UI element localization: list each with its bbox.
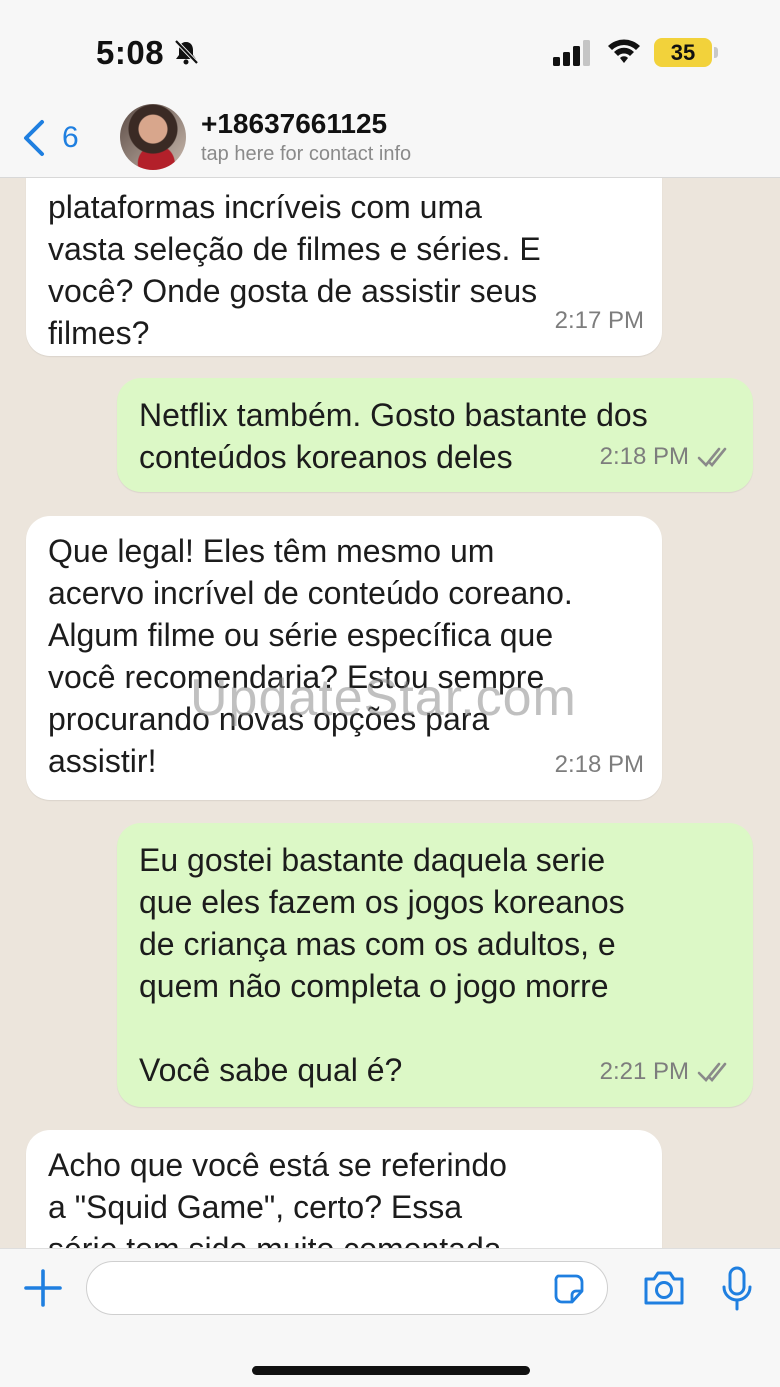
- contact-info-hint[interactable]: tap here for contact info: [201, 143, 411, 166]
- message-bubble-incoming[interactable]: Que legal! Eles têm mesmo um acervo incr…: [26, 516, 662, 800]
- contact-name[interactable]: +18637661125: [201, 108, 387, 140]
- wifi-icon: [608, 39, 640, 63]
- message-time: 2:17 PM: [554, 307, 644, 334]
- message-meta: 2:17 PM: [555, 300, 644, 342]
- message-text: Que legal! Eles têm mesmo um acervo incr…: [48, 533, 573, 779]
- status-time: 5:08: [96, 34, 165, 71]
- message-time: 2:18 PM: [599, 443, 689, 470]
- message-text: Acho que você está se referindo a "Squid…: [48, 1147, 507, 1248]
- message-text: plataformas incríveis com uma vasta sele…: [48, 189, 541, 351]
- message-bubble-incoming[interactable]: Acho que você está se referindo a "Squid…: [26, 1130, 662, 1248]
- chat-area[interactable]: plataformas incríveis com uma vasta sele…: [0, 178, 780, 1248]
- home-indicator: [252, 1366, 530, 1375]
- bell-slash-icon: [174, 39, 199, 65]
- message-time: 2:18 PM: [554, 751, 644, 778]
- status-bar: 5:08 35: [0, 0, 780, 100]
- battery-cap: [714, 47, 718, 58]
- sticker-icon[interactable]: [552, 1273, 586, 1305]
- message-bubble-outgoing[interactable]: Eu gostei bastante daquela serie que ele…: [117, 823, 753, 1107]
- message-meta: 2:18 PM: [555, 744, 644, 786]
- avatar[interactable]: [120, 104, 186, 170]
- chat-header: 6 +18637661125 tap here for contact info: [0, 100, 780, 178]
- signal-icon: [553, 40, 590, 66]
- unread-count: 6: [62, 121, 79, 154]
- plus-icon[interactable]: [22, 1267, 64, 1309]
- chevron-left-icon: [24, 120, 44, 156]
- message-time: 2:21 PM: [599, 1058, 689, 1085]
- message-meta: 2:21 PM: [600, 1051, 735, 1093]
- message-meta: 2:18 PM: [600, 436, 735, 478]
- message-bubble-incoming[interactable]: plataformas incríveis com uma vasta sele…: [26, 178, 662, 356]
- battery-icon: 35: [654, 38, 712, 67]
- message-input[interactable]: [86, 1261, 608, 1315]
- microphone-icon[interactable]: [720, 1265, 754, 1313]
- input-bar: [0, 1248, 780, 1387]
- message-bubble-outgoing[interactable]: Netflix também. Gosto bastante dos conte…: [117, 378, 753, 492]
- camera-icon[interactable]: [642, 1269, 686, 1307]
- read-ticks-icon: [697, 447, 727, 467]
- read-ticks-icon: [697, 1062, 727, 1082]
- back-button[interactable]: 6: [18, 110, 98, 166]
- battery-level: 35: [670, 40, 696, 65]
